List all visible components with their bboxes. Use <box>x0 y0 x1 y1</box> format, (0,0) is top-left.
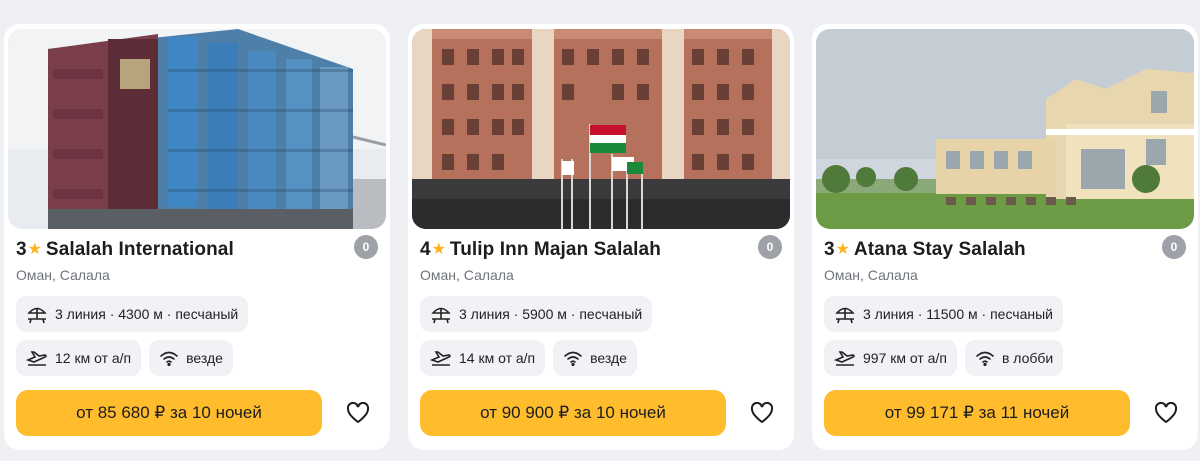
wifi-text: везде <box>590 350 627 366</box>
wifi-text: в лобби <box>1001 350 1054 366</box>
star-count: 3 <box>16 239 27 260</box>
hotel-features: 3 линия · 5900 м · песчаный 14 км от а/п… <box>420 296 790 376</box>
wifi-text: везде <box>186 350 223 366</box>
hotel-location: Оман, Салала <box>16 267 110 283</box>
airport-chip: 997 км от а/п <box>824 340 957 376</box>
wifi-icon <box>160 351 178 366</box>
hotel-location: Оман, Салала <box>824 267 918 283</box>
star-count: 3 <box>824 239 835 260</box>
airport-text: 14 км от а/п <box>459 350 536 366</box>
hotel-card[interactable]: 4 ★ Tulip Inn Majan Salalah 0 Оман, Сала… <box>408 24 794 450</box>
hotel-title[interactable]: 3 ★ Atana Stay Salalah <box>824 238 1194 262</box>
hotel-photo[interactable] <box>8 29 386 229</box>
wifi-icon <box>976 351 994 366</box>
airport-text: 997 км от а/п <box>863 350 947 366</box>
favorite-button[interactable] <box>1152 399 1180 427</box>
hotel-photo[interactable] <box>816 29 1194 229</box>
star-icon: ★ <box>431 241 446 258</box>
wifi-chip: везде <box>149 340 233 376</box>
plane-icon <box>430 351 451 366</box>
beach-chip: 3 линия · 4300 м · песчаный <box>16 296 249 332</box>
heart-icon <box>1154 402 1178 424</box>
heart-icon <box>346 402 370 424</box>
hotel-title[interactable]: 3 ★ Salalah International <box>16 238 386 262</box>
favorite-button[interactable] <box>748 399 776 427</box>
airport-text: 12 км от а/п <box>55 350 132 366</box>
hotel-title[interactable]: 4 ★ Tulip Inn Majan Salalah <box>420 238 790 262</box>
heart-icon <box>750 402 774 424</box>
hotel-name[interactable]: Tulip Inn Majan Salalah <box>450 239 661 261</box>
hotel-photo-image <box>816 29 1194 229</box>
hotel-name[interactable]: Salalah International <box>46 239 234 261</box>
hotel-card[interactable]: 3 ★ Atana Stay Salalah 0 Оман, Салала 3 … <box>812 24 1198 450</box>
hotel-card-list: 3 ★ Salalah International 0 Оман, Салала… <box>4 24 1198 450</box>
plane-icon <box>834 351 855 366</box>
airport-chip: 12 км от а/п <box>16 340 142 376</box>
beach-text: 3 линия · 5900 м · песчаный <box>459 306 643 322</box>
beach-text: 3 линия · 4300 м · песчаный <box>55 306 239 322</box>
star-icon: ★ <box>27 241 42 258</box>
hotel-features: 3 линия · 11500 м · песчаный 997 км от а… <box>824 296 1194 376</box>
beach-umbrella-icon <box>27 307 47 324</box>
beach-umbrella-icon <box>431 307 451 324</box>
favorite-button[interactable] <box>344 399 372 427</box>
price-button[interactable]: от 85 680 ₽ за 10 ночей <box>16 390 322 436</box>
hotel-location: Оман, Салала <box>420 267 514 283</box>
star-count: 4 <box>420 239 431 260</box>
beach-text: 3 линия · 11500 м · песчаный <box>863 306 1053 322</box>
hotel-photo-image <box>412 29 790 229</box>
hotel-card[interactable]: 3 ★ Salalah International 0 Оман, Салала… <box>4 24 390 450</box>
beach-umbrella-icon <box>835 307 855 324</box>
wifi-icon <box>564 351 582 366</box>
hotel-features: 3 линия · 4300 м · песчаный 12 км от а/п… <box>16 296 386 376</box>
wifi-chip: в лобби <box>964 340 1064 376</box>
rating-badge: 0 <box>1162 235 1186 259</box>
plane-icon <box>26 351 47 366</box>
price-button[interactable]: от 90 900 ₽ за 10 ночей <box>420 390 726 436</box>
hotel-name[interactable]: Atana Stay Salalah <box>854 239 1026 261</box>
beach-chip: 3 линия · 11500 м · песчаный <box>824 296 1063 332</box>
airport-chip: 14 км от а/п <box>420 340 546 376</box>
rating-badge: 0 <box>758 235 782 259</box>
price-button[interactable]: от 99 171 ₽ за 11 ночей <box>824 390 1130 436</box>
wifi-chip: везде <box>553 340 637 376</box>
beach-chip: 3 линия · 5900 м · песчаный <box>420 296 653 332</box>
hotel-photo-image <box>8 29 386 229</box>
rating-badge: 0 <box>354 235 378 259</box>
hotel-photo[interactable] <box>412 29 790 229</box>
star-icon: ★ <box>835 241 850 258</box>
